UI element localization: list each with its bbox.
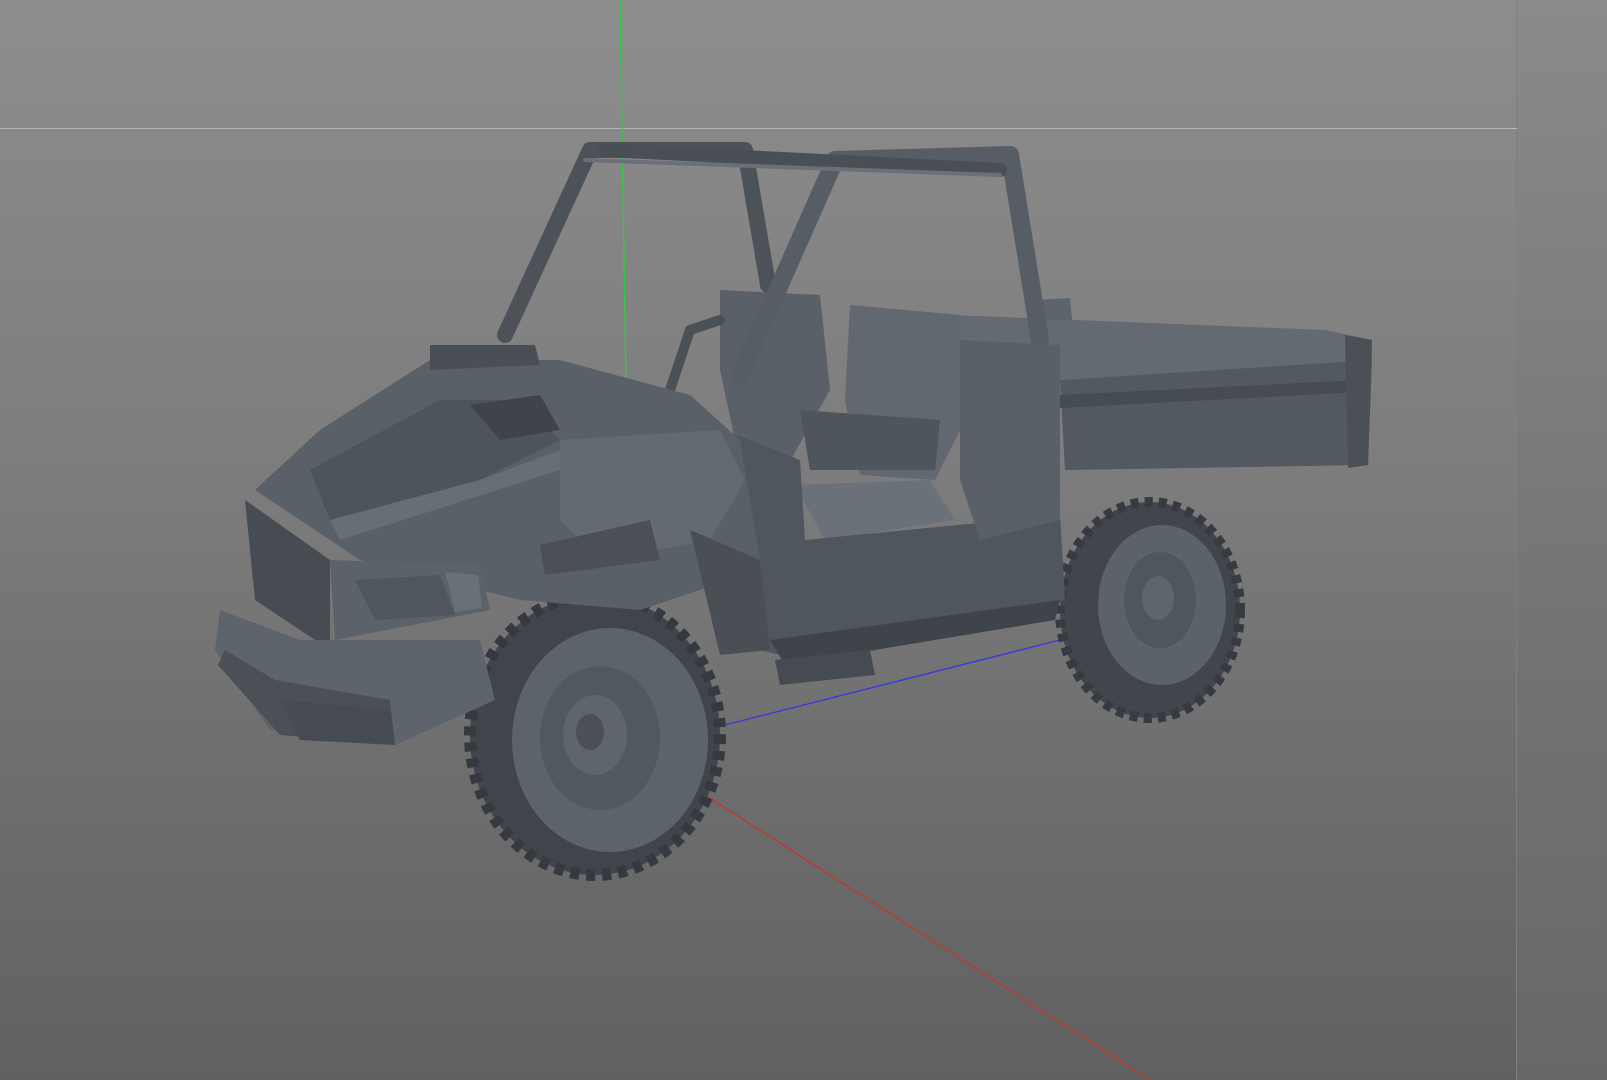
rear-wheel — [1055, 497, 1245, 723]
scene-canvas[interactable] — [0, 0, 1607, 1080]
front-wheel — [464, 589, 726, 881]
utv-vehicle-model-icon[interactable] — [215, 142, 1372, 881]
y-axis-line — [619, 0, 627, 386]
x-axis-line — [704, 794, 1151, 1080]
3d-viewport[interactable] — [0, 0, 1607, 1080]
z-axis-line — [704, 639, 1061, 731]
front-body — [255, 345, 770, 655]
